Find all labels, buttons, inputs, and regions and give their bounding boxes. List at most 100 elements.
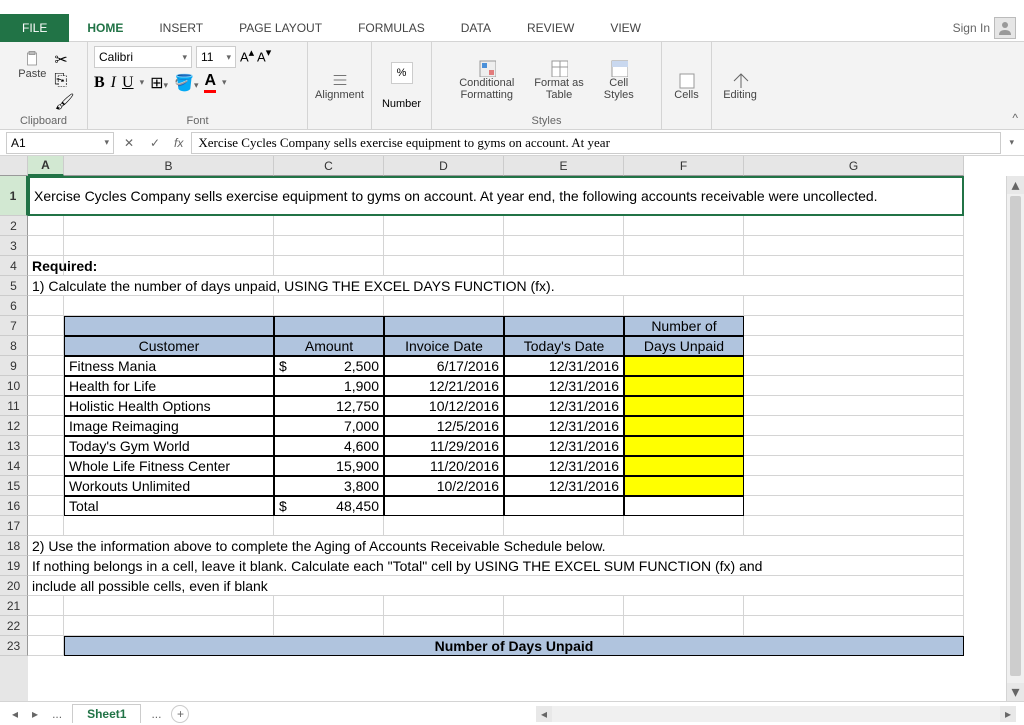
- col-header-G[interactable]: G: [744, 156, 964, 176]
- cell-E17[interactable]: [504, 516, 624, 536]
- cell-A2[interactable]: [28, 216, 64, 236]
- select-all-corner[interactable]: [0, 156, 28, 176]
- col-header-F[interactable]: F: [624, 156, 744, 176]
- cell-D14[interactable]: 11/20/2016: [384, 456, 504, 476]
- cell-G3[interactable]: [744, 236, 964, 256]
- cell-C12[interactable]: 7,000: [274, 416, 384, 436]
- add-sheet-button[interactable]: +: [171, 705, 189, 723]
- cell-E11[interactable]: 12/31/2016: [504, 396, 624, 416]
- cell-B23[interactable]: Number of Days Unpaid: [64, 636, 964, 656]
- cell-F8[interactable]: Days Unpaid: [624, 336, 744, 356]
- cell-G14[interactable]: [744, 456, 964, 476]
- cell-F16[interactable]: [624, 496, 744, 516]
- cell-A16[interactable]: [28, 496, 64, 516]
- row-header-5[interactable]: 5: [0, 276, 28, 296]
- cell-B10[interactable]: Health for Life: [64, 376, 274, 396]
- cell-A17[interactable]: [28, 516, 64, 536]
- cut-icon[interactable]: ✂: [54, 50, 74, 70]
- cell-A15[interactable]: [28, 476, 64, 496]
- cell-F10[interactable]: [624, 376, 744, 396]
- cell-A8[interactable]: [28, 336, 64, 356]
- cell-D21[interactable]: [384, 596, 504, 616]
- cell-E13[interactable]: 12/31/2016: [504, 436, 624, 456]
- scroll-down-icon[interactable]: ▾: [1007, 683, 1024, 701]
- paste-button[interactable]: Paste: [12, 48, 52, 112]
- user-avatar-icon[interactable]: [994, 17, 1016, 39]
- cell-F14[interactable]: [624, 456, 744, 476]
- cell-B13[interactable]: Today's Gym World: [64, 436, 274, 456]
- cell-F12[interactable]: [624, 416, 744, 436]
- cell-G16[interactable]: [744, 496, 964, 516]
- copy-icon[interactable]: ⎘: [54, 72, 74, 90]
- tab-formulas[interactable]: FORMULAS: [340, 14, 443, 42]
- cell-G12[interactable]: [744, 416, 964, 436]
- cell-D13[interactable]: 11/29/2016: [384, 436, 504, 456]
- col-header-A[interactable]: A: [28, 156, 64, 176]
- cell-B6[interactable]: [64, 296, 274, 316]
- row-header-7[interactable]: 7: [0, 316, 28, 336]
- row-header-1[interactable]: 1: [0, 176, 28, 216]
- cell-C2[interactable]: [274, 216, 384, 236]
- cell-B3[interactable]: [64, 236, 274, 256]
- cell-B17[interactable]: [64, 516, 274, 536]
- cell-G10[interactable]: [744, 376, 964, 396]
- cell-D7[interactable]: [384, 316, 504, 336]
- cell-C14[interactable]: 15,900: [274, 456, 384, 476]
- row-header-9[interactable]: 9: [0, 356, 28, 376]
- underline-button[interactable]: U: [122, 74, 134, 92]
- cell-C11[interactable]: 12,750: [274, 396, 384, 416]
- font-name-select[interactable]: Calibri▾: [94, 46, 192, 68]
- cell-C3[interactable]: [274, 236, 384, 256]
- row-header-15[interactable]: 15: [0, 476, 28, 496]
- row-header-23[interactable]: 23: [0, 636, 28, 656]
- tab-view[interactable]: VIEW: [592, 14, 659, 42]
- col-header-D[interactable]: D: [384, 156, 504, 176]
- tab-review[interactable]: REVIEW: [509, 14, 592, 42]
- cell-C21[interactable]: [274, 596, 384, 616]
- sheet-nav-prev-icon[interactable]: ◂: [8, 707, 22, 721]
- cell-A3[interactable]: [28, 236, 64, 256]
- row-header-12[interactable]: 12: [0, 416, 28, 436]
- cell-B14[interactable]: Whole Life Fitness Center: [64, 456, 274, 476]
- cell-A11[interactable]: [28, 396, 64, 416]
- cell-D16[interactable]: [384, 496, 504, 516]
- italic-button[interactable]: I: [111, 74, 116, 92]
- cell-E2[interactable]: [504, 216, 624, 236]
- cell-A4[interactable]: Required:: [28, 256, 964, 276]
- cell-C17[interactable]: [274, 516, 384, 536]
- cell-G2[interactable]: [744, 216, 964, 236]
- cell-E9[interactable]: 12/31/2016: [504, 356, 624, 376]
- cell-A14[interactable]: [28, 456, 64, 476]
- cell-A9[interactable]: [28, 356, 64, 376]
- horizontal-scrollbar[interactable]: ◂ ▸: [536, 706, 1016, 722]
- cell-D9[interactable]: 6/17/2016: [384, 356, 504, 376]
- cell-A13[interactable]: [28, 436, 64, 456]
- row-header-6[interactable]: 6: [0, 296, 28, 316]
- fill-color-icon[interactable]: 🪣▾: [174, 73, 198, 93]
- row-header-11[interactable]: 11: [0, 396, 28, 416]
- cell-F13[interactable]: [624, 436, 744, 456]
- cell-A20[interactable]: include all possible cells, even if blan…: [28, 576, 964, 596]
- scroll-left-icon[interactable]: ◂: [536, 706, 552, 722]
- cell-C6[interactable]: [274, 296, 384, 316]
- tab-file[interactable]: FILE: [0, 14, 69, 42]
- vertical-scrollbar[interactable]: ▴ ▾: [1006, 176, 1024, 701]
- expand-formula-bar-icon[interactable]: ▾: [1005, 137, 1018, 148]
- cell-D2[interactable]: [384, 216, 504, 236]
- cell-A21[interactable]: [28, 596, 64, 616]
- cell-B22[interactable]: [64, 616, 274, 636]
- cell-G8[interactable]: [744, 336, 964, 356]
- row-header-10[interactable]: 10: [0, 376, 28, 396]
- cell-A22[interactable]: [28, 616, 64, 636]
- row-header-18[interactable]: 18: [0, 536, 28, 556]
- cell-G11[interactable]: [744, 396, 964, 416]
- cell-G22[interactable]: [744, 616, 964, 636]
- conditional-formatting-button[interactable]: Conditional Formatting: [453, 57, 520, 103]
- enter-formula-icon[interactable]: ✓: [144, 132, 166, 154]
- cell-F2[interactable]: [624, 216, 744, 236]
- cell-D12[interactable]: 12/5/2016: [384, 416, 504, 436]
- row-header-3[interactable]: 3: [0, 236, 28, 256]
- row-header-21[interactable]: 21: [0, 596, 28, 616]
- cell-G21[interactable]: [744, 596, 964, 616]
- cell-B11[interactable]: Holistic Health Options: [64, 396, 274, 416]
